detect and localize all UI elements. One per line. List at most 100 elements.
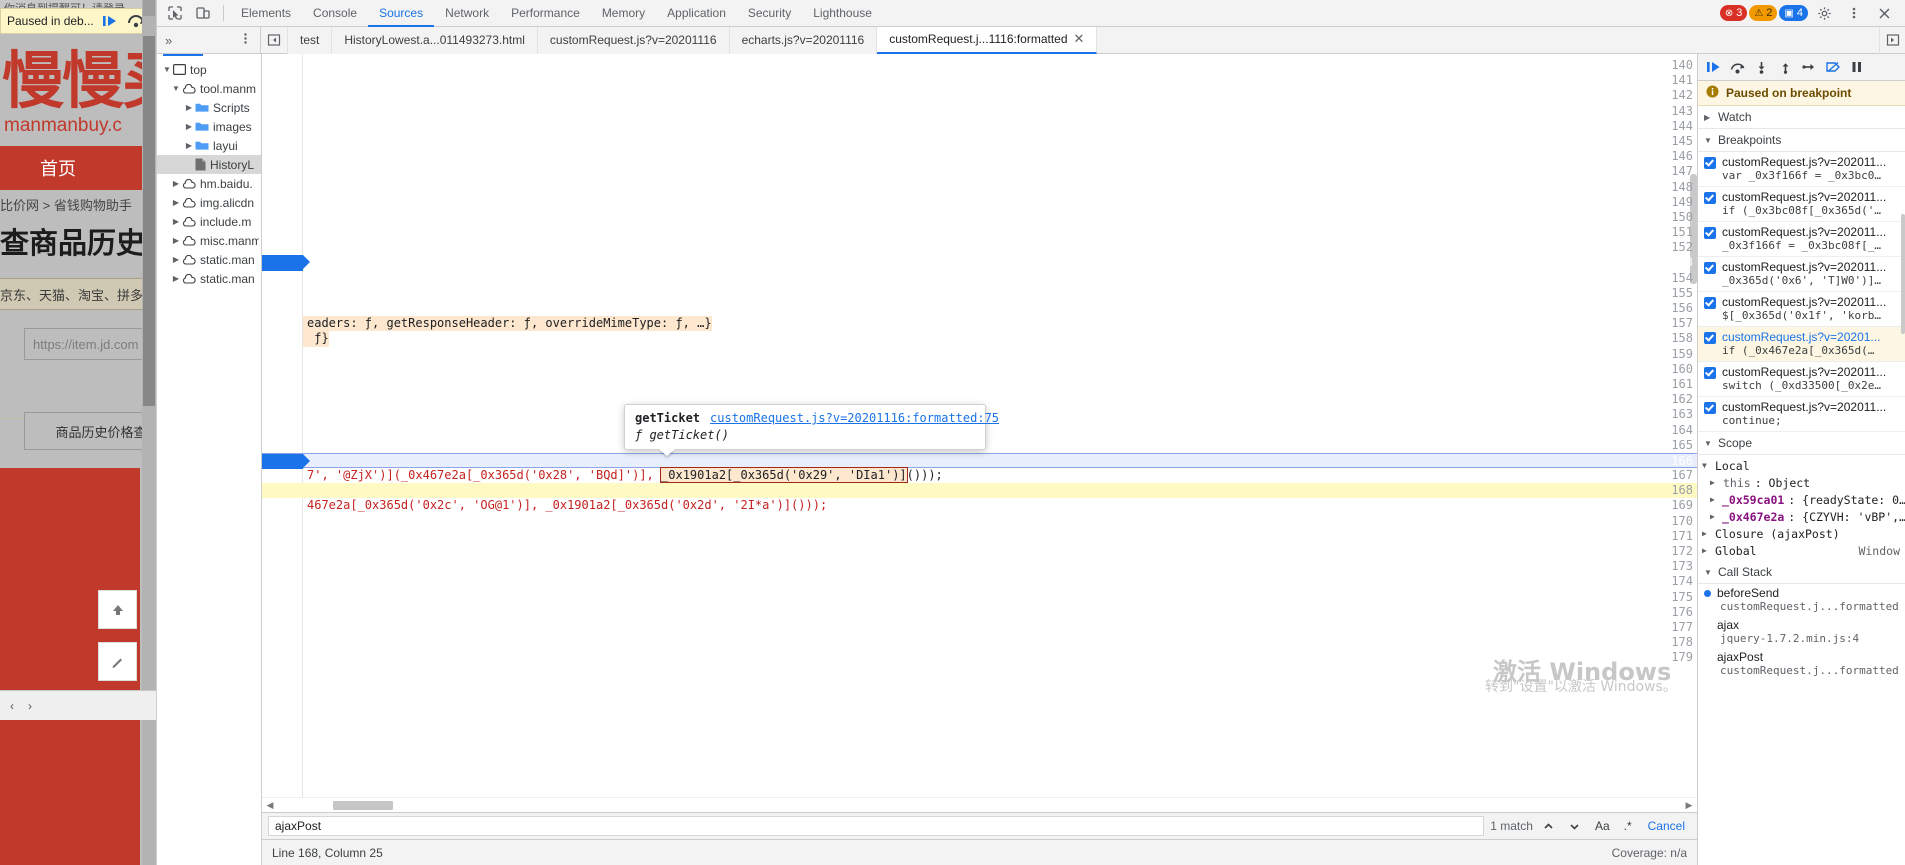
step-icon[interactable] <box>1798 56 1820 78</box>
deactivate-breakpoints-icon[interactable] <box>1822 56 1844 78</box>
chevrons-right-icon[interactable]: » <box>165 33 172 48</box>
tree-node-top[interactable]: ▼ top <box>157 60 261 79</box>
scroll-right-icon[interactable]: ▶ <box>1681 800 1697 811</box>
page-scroll-up-button[interactable] <box>143 0 155 16</box>
tab-performance[interactable]: Performance <box>500 0 591 27</box>
tab-elements[interactable]: Elements <box>230 0 302 27</box>
chevron-right-icon[interactable]: ▶ <box>170 217 182 226</box>
chevron-right-icon[interactable]: ▶ <box>1710 495 1718 504</box>
chevron-right-icon[interactable]: ▶ <box>1702 546 1711 555</box>
chevron-right-icon[interactable]: ▶ <box>1710 512 1718 521</box>
chevron-right-icon[interactable]: ▶ <box>183 122 195 131</box>
tree-node-scripts[interactable]: ▶ Scripts <box>157 98 261 117</box>
chevron-down-icon[interactable]: ▼ <box>161 65 173 74</box>
scope-section-header[interactable]: ▼ Scope <box>1698 432 1905 455</box>
scope-group-global[interactable]: ▶ Global Window <box>1698 542 1905 559</box>
gear-icon[interactable] <box>1810 1 1838 26</box>
scope-group-local[interactable]: ▼ Local <box>1698 457 1905 474</box>
scope-group-closure[interactable]: ▶ Closure (ajaxPost) <box>1698 525 1905 542</box>
tree-node-misc-manmanbuy[interactable]: ▶ misc.manm <box>157 231 261 250</box>
chevron-right-icon[interactable]: ▶ <box>183 103 195 112</box>
breakpoint-checkbox[interactable] <box>1704 297 1716 309</box>
page-scrollbar-thumb[interactable] <box>143 36 155 406</box>
breakpoint-item[interactable]: customRequest.js?v=202011... _0x365d('0x… <box>1698 257 1905 292</box>
scope-entry-0x467e2a[interactable]: ▶ _0x467e2a: {CZYVH: 'vBP',… <box>1698 508 1905 525</box>
search-input[interactable]: ajaxPost <box>268 816 1484 836</box>
pause-on-exceptions-icon[interactable] <box>1846 56 1868 78</box>
source-code-editor[interactable]: 140 141 142 143 144 145 146 147 148 149 … <box>262 54 1697 797</box>
kebab-menu-icon[interactable] <box>239 32 252 48</box>
tree-node-include-manmanbuy[interactable]: ▶ include.m <box>157 212 261 231</box>
chevron-down-icon[interactable]: ▼ <box>1704 439 1713 448</box>
breakpoint-checkbox[interactable] <box>1704 262 1716 274</box>
arrow-up-icon[interactable] <box>98 590 137 629</box>
device-toggle-icon[interactable] <box>189 1 217 26</box>
chevron-down-icon[interactable]: ▼ <box>1702 461 1711 470</box>
tree-node-tool-manmanbuy[interactable]: ▼ tool.manm <box>157 79 261 98</box>
file-tab-echarts[interactable]: echarts.js?v=20201116 <box>730 27 878 54</box>
cancel-search-button[interactable]: Cancel <box>1642 819 1691 833</box>
show-debugger-sidebar-button[interactable] <box>1879 27 1905 54</box>
tree-node-hm-baidu[interactable]: ▶ hm.baidu. <box>157 174 261 193</box>
chevron-right-icon[interactable]: ▶ <box>170 255 182 264</box>
breakpoint-item[interactable]: customRequest.js?v=202011... continue; <box>1698 397 1905 432</box>
breakpoint-item-active[interactable]: customRequest.js?v=20201... if (_0x467e2… <box>1698 327 1905 362</box>
breakpoint-checkbox[interactable] <box>1704 227 1716 239</box>
chevron-right-icon[interactable]: ▶ <box>170 198 182 207</box>
chevron-right-icon[interactable]: ▶ <box>1702 529 1711 538</box>
tab-memory[interactable]: Memory <box>591 0 656 27</box>
file-tab-test[interactable]: test <box>288 27 332 54</box>
breakpoint-item[interactable]: customRequest.js?v=202011... switch (_0x… <box>1698 362 1905 397</box>
tree-node-static-manmanbuy-1[interactable]: ▶ static.man <box>157 250 261 269</box>
chevron-right-icon[interactable]: ▶ <box>170 236 182 245</box>
scope-entry-0x59ca01[interactable]: ▶ _0x59ca01: {readyState: 0… <box>1698 491 1905 508</box>
call-stack-frame[interactable]: ajax jquery-1.7.2.min.js:4 <box>1698 616 1905 648</box>
breakpoint-marker[interactable] <box>262 255 303 270</box>
chevron-down-icon[interactable]: ▼ <box>1704 568 1713 577</box>
chevron-right-icon[interactable]: ▶ <box>170 179 182 188</box>
tree-node-img-alicdn[interactable]: ▶ img.alicdn <box>157 193 261 212</box>
file-tab-historylowest[interactable]: HistoryLowest.a...011493273.html <box>332 27 538 54</box>
warning-count-badge[interactable]: ⚠ 2 <box>1749 5 1777 21</box>
step-into-icon[interactable] <box>1750 56 1772 78</box>
tree-node-images[interactable]: ▶ images <box>157 117 261 136</box>
tree-node-static-manmanbuy-2[interactable]: ▶ static.man <box>157 269 261 288</box>
tooltip-source-link[interactable]: customRequest.js?v=20201116:formatted:75 <box>710 411 999 425</box>
nav-item-home[interactable]: 首页 <box>40 155 76 181</box>
info-count-badge[interactable]: ▣ 4 <box>1779 5 1808 21</box>
tree-node-historylowest[interactable]: HistoryL <box>157 155 261 174</box>
breakpoint-checkbox[interactable] <box>1704 367 1716 379</box>
chevron-down-icon[interactable] <box>1565 816 1585 836</box>
tab-lighthouse[interactable]: Lighthouse <box>802 0 883 27</box>
call-stack-section-header[interactable]: ▼ Call Stack <box>1698 561 1905 584</box>
code-line-breakpoint[interactable]: 153 <box>262 255 1697 270</box>
chevron-right-icon[interactable]: ▶ <box>1710 478 1719 487</box>
call-stack-frame-current[interactable]: beforeSend customRequest.j...formatted:1… <box>1698 584 1905 616</box>
resume-script-icon[interactable] <box>100 14 120 28</box>
scope-entry-this[interactable]: ▶ this: Object <box>1698 474 1905 491</box>
close-icon[interactable]: ✕ <box>1074 31 1085 47</box>
chevron-right-icon[interactable]: › <box>28 699 32 713</box>
file-tab-customrequest-formatted[interactable]: customRequest.j...1116:formatted ✕ <box>877 27 1097 54</box>
chevron-up-icon[interactable] <box>1539 816 1559 836</box>
tab-application[interactable]: Application <box>656 0 737 27</box>
match-case-button[interactable]: Aa <box>1591 819 1614 833</box>
breakpoints-section-header[interactable]: ▼ Breakpoints <box>1698 129 1905 152</box>
selected-expression[interactable]: _0x1901a2[_0x365d('0x29', 'DIa1')] <box>661 468 907 482</box>
chevron-left-icon[interactable]: ‹ <box>10 699 14 713</box>
code-line-169[interactable]: 169 467e2a[_0x365d('0x2c', 'OG@1')], _0x… <box>262 498 1697 513</box>
breakpoint-item[interactable]: customRequest.js?v=202011... $[_0x365d('… <box>1698 292 1905 327</box>
debugger-scrollbar[interactable] <box>1901 214 1905 334</box>
resume-script-icon[interactable] <box>1702 56 1724 78</box>
call-stack-frame[interactable]: ajaxPost customRequest.j...formatted:15… <box>1698 648 1905 680</box>
chevron-down-icon[interactable]: ▼ <box>170 84 182 93</box>
chevron-down-icon[interactable]: ▼ <box>1704 136 1713 145</box>
watch-section-header[interactable]: ▶ Watch <box>1698 106 1905 129</box>
current-frame-marker[interactable] <box>262 454 303 469</box>
step-out-icon[interactable] <box>1774 56 1796 78</box>
step-over-icon[interactable] <box>1726 56 1748 78</box>
code-line-167[interactable]: 167 7', '@ZjX')](_0x467e2a[_0x365d('0x28… <box>262 468 1697 483</box>
breakpoint-checkbox[interactable] <box>1704 192 1716 204</box>
breakpoint-item[interactable]: customRequest.js?v=202011... _0x3f166f =… <box>1698 222 1905 257</box>
breakpoint-item[interactable]: customRequest.js?v=202011... if (_0x3bc0… <box>1698 187 1905 222</box>
